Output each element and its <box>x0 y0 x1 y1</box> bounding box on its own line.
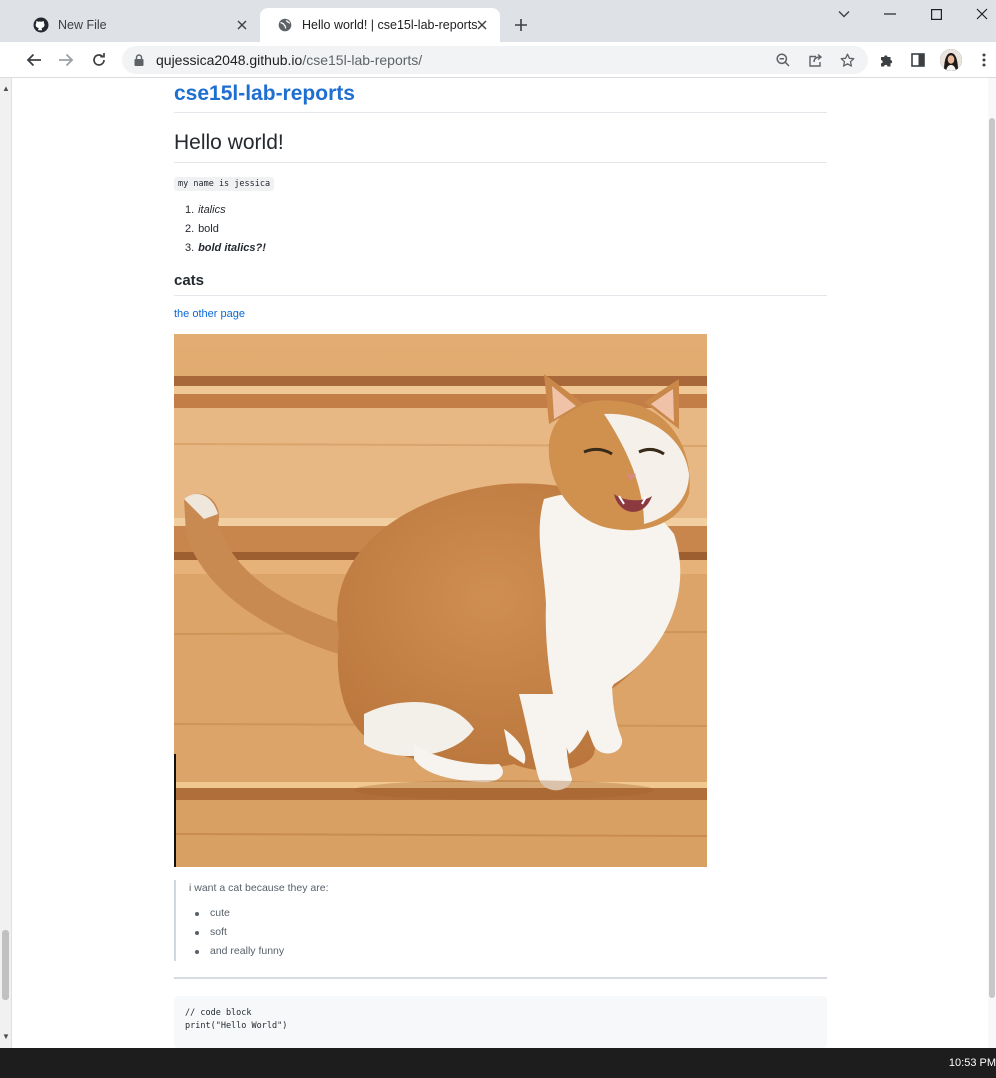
list-item: 1. italics <box>185 201 266 220</box>
tab-title: New File <box>58 18 107 32</box>
reload-icon[interactable] <box>87 48 111 72</box>
tab-search-icon[interactable] <box>832 4 856 24</box>
list-number: 3. <box>185 242 195 254</box>
horizontal-rule <box>174 977 827 979</box>
cat-photo <box>174 334 707 867</box>
code-block: // code block print("Hello World") <box>174 996 827 1048</box>
blockquote: i want a cat because they are: cute soft… <box>174 880 827 961</box>
section-heading: cats <box>174 272 205 289</box>
side-panel-icon[interactable] <box>906 48 930 72</box>
tab-new-file[interactable]: New File <box>16 8 260 42</box>
page-heading: Hello world! <box>174 131 284 154</box>
back-arrow-icon[interactable] <box>22 48 46 72</box>
other-page-link[interactable]: the other page <box>174 308 245 320</box>
extensions-puzzle-icon[interactable] <box>874 48 898 72</box>
list-item-text: bold <box>198 223 219 235</box>
bullet-list: cute soft and really funny <box>189 904 827 961</box>
scrollbar-thumb[interactable] <box>989 118 995 998</box>
list-item: 3. bold italics?! <box>185 239 266 258</box>
globe-icon <box>277 17 293 33</box>
lock-icon[interactable] <box>132 53 146 67</box>
scroll-up-arrow-icon[interactable]: ▲ <box>2 84 10 93</box>
list-item: soft <box>195 923 827 942</box>
list-item: and really funny <box>195 942 827 961</box>
share-icon[interactable] <box>803 48 827 72</box>
url-path: /cse15l-lab-reports/ <box>302 52 423 68</box>
scroll-down-arrow-icon[interactable]: ▼ <box>2 1032 10 1041</box>
more-menu-icon[interactable] <box>972 48 996 72</box>
maximize-icon[interactable] <box>924 4 948 24</box>
close-tab-icon[interactable] <box>234 17 250 33</box>
tab-title: Hello world! | cse15l-lab-reports <box>302 18 478 32</box>
github-icon <box>33 17 49 33</box>
divider <box>174 112 827 113</box>
list-item-text: bold italics?! <box>198 242 266 254</box>
windows-taskbar: 10:53 PM <box>0 1048 996 1078</box>
close-window-icon[interactable] <box>970 4 994 24</box>
taskbar-clock[interactable]: 10:53 PM <box>949 1057 996 1069</box>
forward-arrow-icon[interactable] <box>54 48 78 72</box>
left-window-scrollbar[interactable]: ▲ ▼ <box>0 78 12 1048</box>
blockquote-text: i want a cat because they are: <box>189 882 329 894</box>
bookmark-star-icon[interactable] <box>835 48 859 72</box>
scrollbar-thumb[interactable] <box>2 930 9 1000</box>
address-bar[interactable]: qujessica2048.github.io/cse15l-lab-repor… <box>122 46 868 74</box>
site-title-link[interactable]: cse15l-lab-reports <box>174 82 355 106</box>
ordered-list: 1. italics 2. bold 3. bold italics?! <box>185 201 266 258</box>
list-item-text: italics <box>198 204 226 216</box>
close-tab-icon[interactable] <box>474 17 490 33</box>
browser-toolbar: qujessica2048.github.io/cse15l-lab-repor… <box>0 42 996 78</box>
divider <box>174 295 827 296</box>
page-vertical-scrollbar[interactable] <box>988 78 996 1048</box>
zoom-icon[interactable] <box>771 48 795 72</box>
list-item: cute <box>195 904 827 923</box>
list-number: 2. <box>185 223 195 235</box>
list-number: 1. <box>185 204 195 216</box>
tab-hello-world[interactable]: Hello world! | cse15l-lab-reports <box>260 8 500 42</box>
minimize-icon[interactable] <box>878 4 902 24</box>
url-text[interactable]: qujessica2048.github.io/cse15l-lab-repor… <box>156 52 422 68</box>
tab-strip: New File Hello world! | cse15l-lab-repor… <box>0 0 996 42</box>
new-tab-button[interactable] <box>510 14 532 36</box>
inline-code: my name is jessica <box>174 177 275 191</box>
divider <box>174 162 827 163</box>
url-host: qujessica2048.github.io <box>156 52 303 68</box>
list-item: 2. bold <box>185 220 266 239</box>
profile-avatar[interactable] <box>940 49 962 71</box>
